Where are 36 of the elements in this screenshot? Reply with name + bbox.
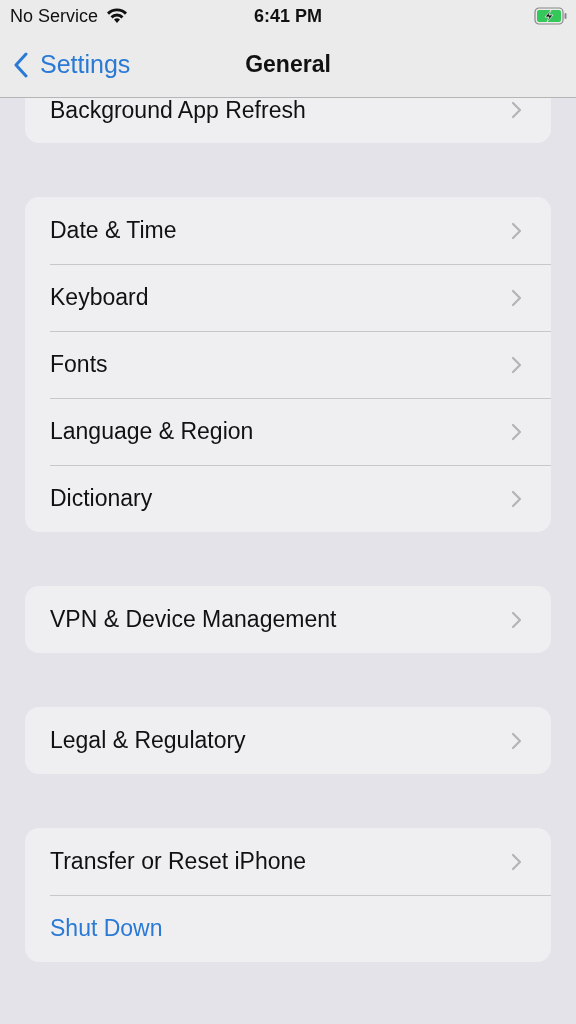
row-label: Fonts (50, 351, 108, 378)
chevron-icon (511, 288, 522, 307)
row-label: Language & Region (50, 418, 254, 445)
chevron-icon (511, 731, 522, 750)
back-button[interactable]: Settings (0, 50, 131, 79)
chevron-icon (511, 221, 522, 240)
settings-row[interactable]: Date & Time (25, 197, 551, 264)
battery-charging-icon (534, 7, 568, 25)
settings-row[interactable]: Transfer or Reset iPhone (25, 828, 551, 895)
row-label: Date & Time (50, 217, 177, 244)
settings-row[interactable]: VPN & Device Management (25, 586, 551, 653)
settings-row[interactable]: Keyboard (25, 264, 551, 331)
wifi-icon (106, 8, 129, 24)
chevron-icon (511, 489, 522, 508)
chevron-icon (511, 852, 522, 871)
row-label: Dictionary (50, 485, 153, 512)
row-label: Legal & Regulatory (50, 727, 246, 754)
chevron-icon (511, 610, 522, 629)
chevron-icon (511, 355, 522, 374)
settings-row[interactable]: Fonts (25, 331, 551, 398)
page-title: General (245, 51, 331, 78)
settings-row[interactable]: Dictionary (25, 465, 551, 532)
settings-row[interactable]: Legal & Regulatory (25, 707, 551, 774)
clock-text: 6:41 PM (254, 5, 322, 27)
settings-row[interactable]: Shut Down (25, 895, 551, 962)
chevron-icon (511, 422, 522, 441)
row-label: VPN & Device Management (50, 606, 337, 633)
carrier-text: No Service (10, 5, 99, 27)
row-label: Shut Down (50, 915, 163, 942)
row-label: Background App Refresh (50, 98, 306, 122)
settings-row[interactable]: Language & Region (25, 398, 551, 465)
row-label: Keyboard (50, 284, 149, 311)
row-label: Transfer or Reset iPhone (50, 848, 307, 875)
back-chevron-icon (14, 51, 28, 78)
chevron-icon (511, 101, 522, 119)
settings-row[interactable]: Background App Refresh (25, 98, 551, 143)
